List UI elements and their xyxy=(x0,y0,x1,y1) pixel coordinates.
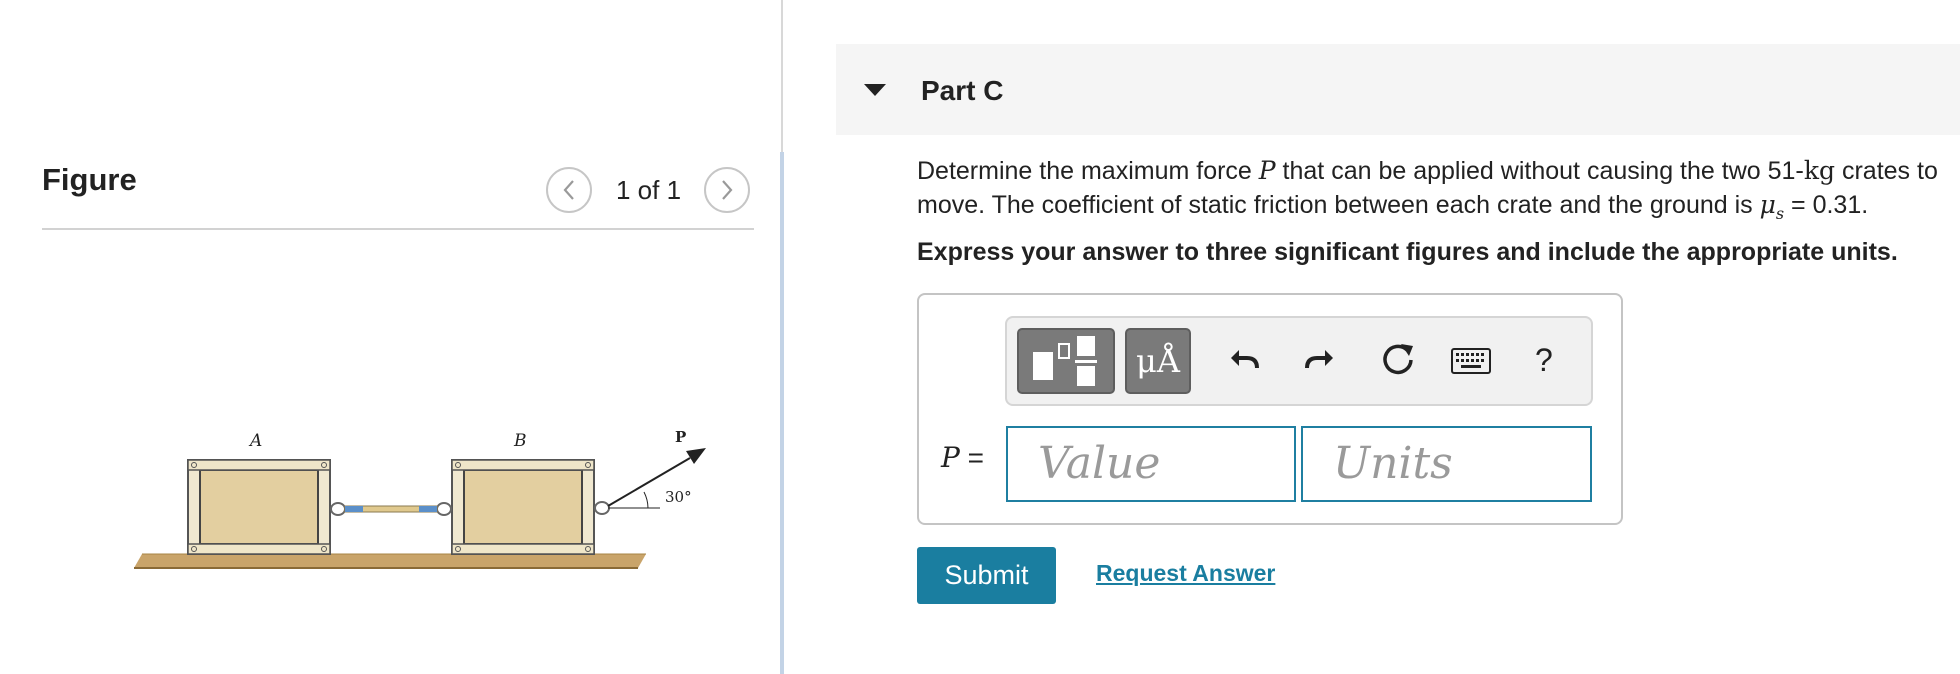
crate-b-label: B xyxy=(513,431,527,451)
part-header[interactable]: Part C xyxy=(836,44,1960,135)
answer-variable-label: P = xyxy=(941,441,984,474)
panel-divider-top xyxy=(781,0,783,152)
crate-a xyxy=(187,459,331,555)
equation-toolbar: μÅ ? xyxy=(1005,316,1593,406)
mass-value: 51 xyxy=(1767,157,1796,185)
ground xyxy=(134,553,646,569)
mu-subscript: s xyxy=(1775,204,1785,223)
previous-figure-button[interactable] xyxy=(546,167,592,213)
chevron-left-icon xyxy=(563,180,574,200)
collapse-caret-icon[interactable] xyxy=(864,84,886,96)
crate-b xyxy=(451,459,595,555)
units-input[interactable]: Units xyxy=(1301,426,1592,502)
reset-icon[interactable] xyxy=(1379,340,1417,378)
next-figure-button[interactable] xyxy=(704,167,751,213)
question-line-1: Determine the maximum force P that can b… xyxy=(917,156,1938,185)
pager-count: 1 of 1 xyxy=(616,174,682,205)
figure-title: Figure xyxy=(42,162,137,197)
answer-box: μÅ ? P = Value Units xyxy=(917,293,1623,525)
help-button[interactable]: ? xyxy=(1535,342,1553,379)
instruction-text: Express your answer to three significant… xyxy=(917,238,1898,266)
redo-icon[interactable] xyxy=(1301,340,1337,376)
figure-panel: Figure 1 of 1 A B P 30° xyxy=(0,0,780,674)
fraction-template-icon xyxy=(1033,336,1097,386)
units-symbol-label: μÅ xyxy=(1136,342,1180,380)
mu-symbol: μ xyxy=(1759,190,1776,219)
value-input[interactable]: Value xyxy=(1006,426,1296,502)
force-label: P xyxy=(675,428,686,446)
units-placeholder: Units xyxy=(1333,438,1453,489)
undo-icon[interactable] xyxy=(1227,340,1263,376)
crate-a-label: A xyxy=(248,431,262,451)
keyboard-icon[interactable] xyxy=(1451,348,1491,374)
part-title: Part C xyxy=(921,75,1004,106)
question-text: Determine the maximum force P that can b… xyxy=(917,154,1957,230)
crates-figure: A B P 30° xyxy=(134,428,706,569)
rope xyxy=(330,502,452,516)
submit-button[interactable]: Submit xyxy=(917,547,1056,604)
value-placeholder: Value xyxy=(1038,438,1161,489)
figure-pager: 1 of 1 xyxy=(546,166,751,214)
mass-unit: -kg xyxy=(1795,156,1836,185)
angle-label: 30° xyxy=(665,488,692,506)
templates-button[interactable] xyxy=(1017,328,1115,394)
panel-divider[interactable] xyxy=(780,152,784,674)
units-symbols-button[interactable]: μÅ xyxy=(1125,328,1191,394)
variable-p: P xyxy=(1258,156,1276,185)
request-answer-link[interactable]: Request Answer xyxy=(1096,560,1275,587)
figure-divider xyxy=(42,228,754,230)
question-line-2: move. The coefficient of static friction… xyxy=(917,190,1869,223)
chevron-right-icon xyxy=(722,180,733,200)
